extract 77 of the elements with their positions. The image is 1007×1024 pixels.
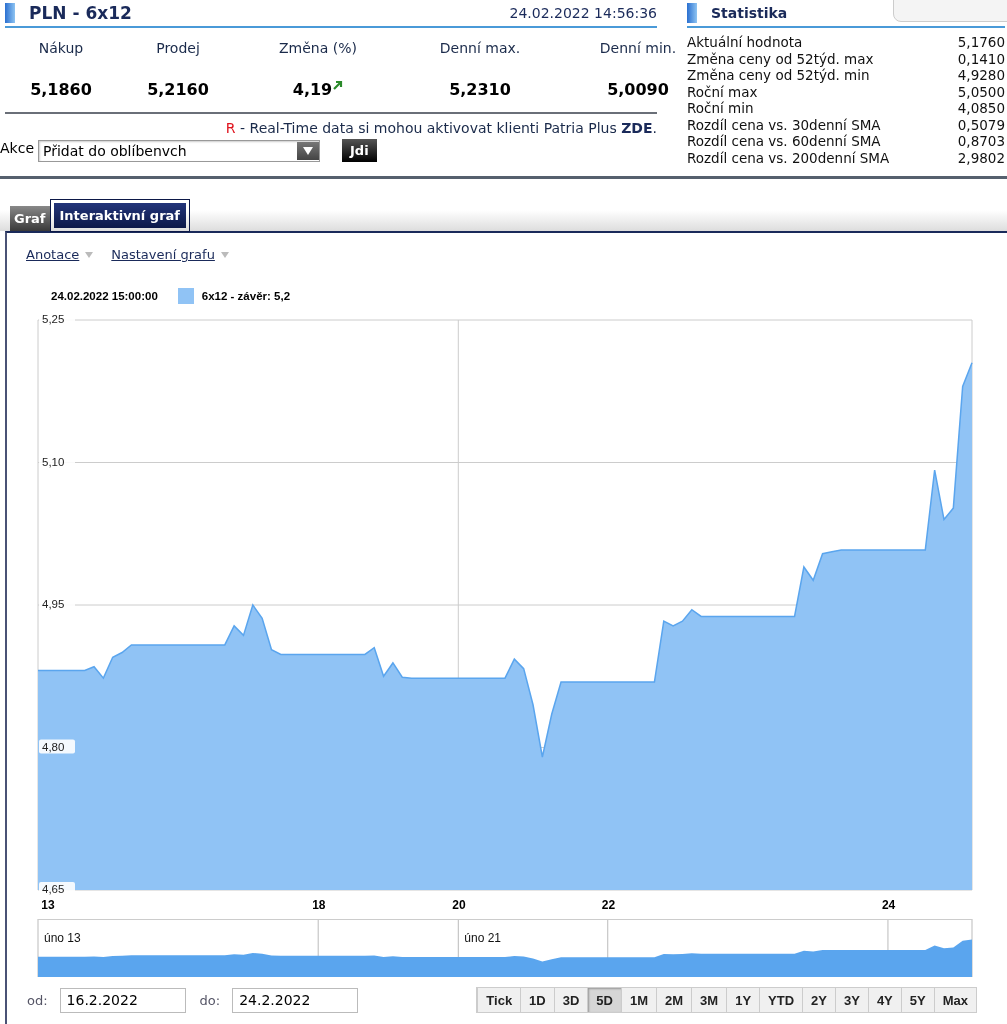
stat-value: 5,0500: [957, 83, 1005, 100]
from-label: od:: [27, 992, 48, 1008]
stat-value: 0,8703: [957, 133, 1005, 150]
range-button[interactable]: 2Y: [802, 988, 835, 1012]
quote-label: Změna (%): [279, 40, 357, 56]
realtime-mark: R: [225, 120, 236, 136]
stat-value: 0,1410: [957, 50, 1005, 67]
stat-value: 4,0850: [957, 100, 1005, 117]
quote-value: 4,19: [292, 80, 333, 99]
instrument-title: PLN - 6x12: [29, 3, 133, 23]
tooltip-time: 24.02.2022 15:00:00: [51, 290, 158, 302]
stat-label: Rozdíl cena vs. 200denní SMA: [687, 149, 890, 166]
statistics-title: Statistika: [711, 5, 788, 21]
range-button[interactable]: 2M: [656, 988, 692, 1012]
stat-label: Aktuální hodnota: [687, 34, 803, 51]
quote-value: 5,0090: [607, 80, 669, 99]
legend-swatch: [177, 288, 194, 304]
chart-menu-link[interactable]: Nastavení grafu: [111, 247, 229, 262]
notice-text: - Real-Time data si mohou aktivovat klienti Patria Plus: [239, 120, 618, 136]
heading-marker: [5, 3, 15, 23]
to-date-field[interactable]: 24.2.2022: [232, 987, 359, 1013]
stat-label: Změna ceny od 52týd. max: [687, 50, 874, 67]
range-button[interactable]: 4Y: [867, 988, 901, 1012]
x-axis-label: 18: [312, 898, 326, 912]
stat-value: 0,5079: [957, 116, 1005, 133]
stat-label: Rozdíl cena vs. 60denní SMA: [687, 133, 881, 150]
y-axis-label: 5,25: [42, 313, 65, 325]
caret-icon: [303, 146, 313, 155]
range-button[interactable]: 1Y: [726, 988, 760, 1012]
quote-value: 5,2160: [147, 80, 209, 99]
range-button[interactable]: 3D: [553, 988, 588, 1012]
quote-value: 5,1860: [30, 80, 92, 99]
navigator-label: úno 13: [44, 931, 81, 945]
chart-menu-link[interactable]: Anotace: [26, 247, 94, 262]
tooltip-value: 6x12 - závěr: 5,2: [201, 290, 291, 302]
range-button[interactable]: Max: [933, 988, 976, 1012]
stat-value: 2,9802: [957, 149, 1005, 166]
navigator-label: úno 21: [464, 931, 501, 945]
stat-value: 4,9280: [957, 67, 1005, 84]
range-button[interactable]: Tick: [477, 988, 521, 1012]
y-axis-label: 4,80: [42, 740, 65, 753]
x-axis-label: 20: [452, 898, 466, 912]
range-button[interactable]: 5D: [587, 988, 621, 1012]
stat-label: Roční min: [687, 100, 754, 117]
range-button[interactable]: YTD: [759, 988, 803, 1012]
quote-label: Denní min.: [599, 40, 677, 56]
quote-label: Denní max.: [439, 40, 521, 56]
to-label: do:: [199, 992, 221, 1008]
x-axis-label: 22: [601, 898, 616, 912]
timestamp: 24.02.2022 14:56:36: [509, 5, 657, 21]
range-button[interactable]: 1M: [621, 988, 657, 1012]
stat-label: Roční max: [687, 83, 758, 100]
heading-marker: [687, 3, 697, 23]
notice-end: .: [652, 120, 657, 136]
y-axis-label: 4,95: [42, 598, 65, 610]
range-button[interactable]: 3Y: [835, 988, 868, 1012]
quote-label: Nákup: [38, 40, 84, 56]
action-label: Akce: [0, 139, 34, 156]
go-button[interactable]: Jdi: [342, 139, 377, 162]
caret-icon: [220, 251, 229, 258]
x-axis-label: 13: [41, 898, 55, 912]
caret-icon: [85, 251, 94, 258]
stat-label: Rozdíl cena vs. 30denní SMA: [687, 116, 881, 133]
x-axis-label: 24: [881, 898, 896, 912]
chart-tab[interactable]: Graf: [10, 206, 50, 231]
zde-link[interactable]: ZDE: [621, 120, 653, 136]
stat-value: 5,1760: [957, 34, 1005, 51]
y-axis-label: 5,10: [42, 455, 65, 468]
quote-label: Prodej: [156, 40, 200, 56]
range-button[interactable]: 1D: [520, 988, 554, 1012]
range-button[interactable]: 3M: [691, 988, 727, 1012]
quote-value: 5,2310: [449, 80, 511, 99]
stat-label: Změna ceny od 52týd. min: [687, 67, 870, 84]
from-date-field[interactable]: 16.2.2022: [59, 987, 186, 1013]
range-button[interactable]: 5Y: [900, 988, 934, 1012]
action-dropdown[interactable]: Přidat do oblíbenvch: [38, 139, 320, 162]
y-axis-label: 4,65: [42, 883, 65, 895]
